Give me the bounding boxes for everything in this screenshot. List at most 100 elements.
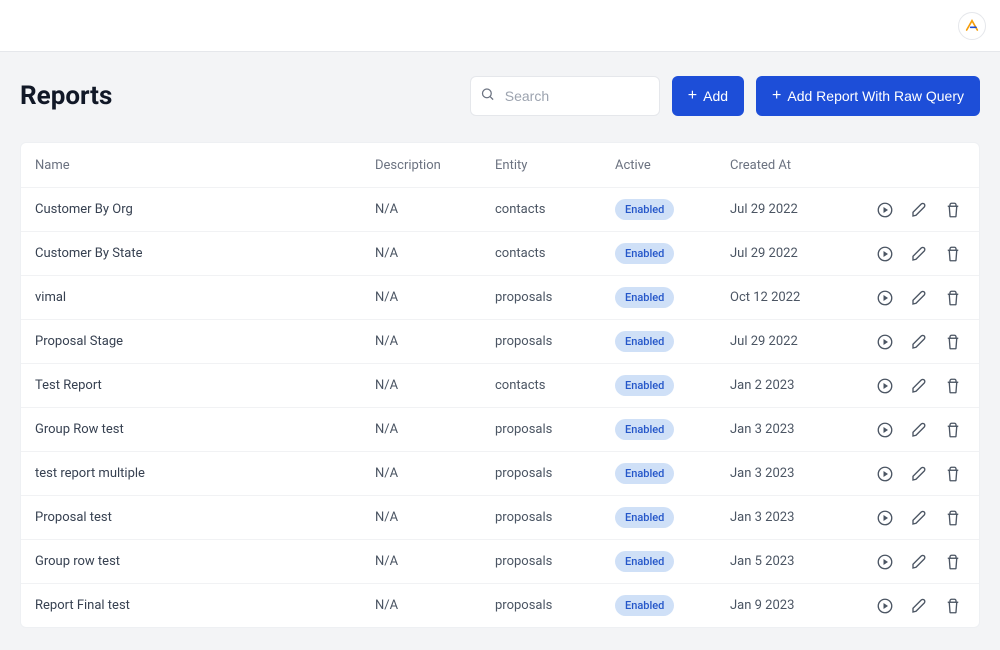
run-button[interactable] [875,244,895,264]
reports-table: Name Description Entity Active Created A… [20,142,980,628]
cell-created-at: Jul 29 2022 [730,202,870,217]
trash-icon [944,333,962,351]
pencil-icon [910,465,928,483]
cell-description: N/A [375,378,495,393]
cell-entity: contacts [495,378,615,393]
edit-button[interactable] [909,552,929,572]
table-body: Customer By OrgN/AcontactsEnabledJul 29 … [21,187,979,627]
cell-description: N/A [375,246,495,261]
cell-active: Enabled [615,243,730,264]
cell-active: Enabled [615,551,730,572]
run-button[interactable] [875,200,895,220]
play-circle-icon [876,245,894,263]
row-actions [870,288,965,308]
cell-entity: proposals [495,422,615,437]
search-icon [480,87,495,106]
col-name: Name [35,158,375,173]
edit-button[interactable] [909,288,929,308]
row-actions [870,420,965,440]
delete-button[interactable] [943,464,963,484]
play-circle-icon [876,377,894,395]
edit-button[interactable] [909,200,929,220]
delete-button[interactable] [943,552,963,572]
play-circle-icon [876,465,894,483]
add-raw-button-label: Add Report With Raw Query [787,88,964,104]
cell-name: Customer By State [35,246,375,261]
table-row: Customer By OrgN/AcontactsEnabledJul 29 … [21,187,979,231]
cell-entity: contacts [495,246,615,261]
cell-description: N/A [375,598,495,613]
table-header: Name Description Entity Active Created A… [21,143,979,187]
cell-name: Report Final test [35,598,375,613]
row-actions [870,376,965,396]
delete-button[interactable] [943,420,963,440]
delete-button[interactable] [943,288,963,308]
run-button[interactable] [875,596,895,616]
edit-button[interactable] [909,332,929,352]
status-badge: Enabled [615,375,674,396]
cell-description: N/A [375,554,495,569]
cell-active: Enabled [615,331,730,352]
cell-name: Proposal Stage [35,334,375,349]
edit-button[interactable] [909,508,929,528]
delete-button[interactable] [943,596,963,616]
cell-name: Group row test [35,554,375,569]
run-button[interactable] [875,420,895,440]
delete-button[interactable] [943,244,963,264]
topbar [0,0,1000,52]
cell-active: Enabled [615,595,730,616]
cell-entity: proposals [495,554,615,569]
cell-created-at: Jan 2 2023 [730,378,870,393]
edit-button[interactable] [909,244,929,264]
page-body: Reports + Add + Add Report With Raw Quer… [0,52,1000,628]
cell-entity: proposals [495,510,615,525]
pencil-icon [910,421,928,439]
run-button[interactable] [875,332,895,352]
page-title: Reports [20,81,458,111]
cell-description: N/A [375,290,495,305]
table-row: Proposal StageN/AproposalsEnabledJul 29 … [21,319,979,363]
add-report-raw-query-button[interactable]: + Add Report With Raw Query [756,76,980,116]
plus-icon: + [772,88,781,104]
trash-icon [944,465,962,483]
table-row: Test ReportN/AcontactsEnabledJan 2 2023 [21,363,979,407]
cell-entity: proposals [495,290,615,305]
cell-name: vimal [35,290,375,305]
run-button[interactable] [875,288,895,308]
row-actions [870,552,965,572]
table-row: Group Row testN/AproposalsEnabledJan 3 2… [21,407,979,451]
cell-description: N/A [375,422,495,437]
play-circle-icon [876,509,894,527]
trash-icon [944,553,962,571]
trash-icon [944,597,962,615]
edit-button[interactable] [909,376,929,396]
play-circle-icon [876,421,894,439]
add-button[interactable]: + Add [672,76,744,116]
cell-description: N/A [375,510,495,525]
cell-active: Enabled [615,463,730,484]
delete-button[interactable] [943,332,963,352]
cell-active: Enabled [615,287,730,308]
delete-button[interactable] [943,200,963,220]
search-input[interactable] [470,76,660,116]
delete-button[interactable] [943,376,963,396]
edit-button[interactable] [909,464,929,484]
cell-description: N/A [375,334,495,349]
cell-created-at: Jan 3 2023 [730,466,870,481]
delete-button[interactable] [943,508,963,528]
play-circle-icon [876,553,894,571]
pencil-icon [910,509,928,527]
play-circle-icon [876,597,894,615]
edit-button[interactable] [909,596,929,616]
cell-active: Enabled [615,507,730,528]
table-row: test report multipleN/AproposalsEnabledJ… [21,451,979,495]
search-wrap [470,76,660,116]
run-button[interactable] [875,508,895,528]
run-button[interactable] [875,376,895,396]
cell-created-at: Jul 29 2022 [730,246,870,261]
status-badge: Enabled [615,595,674,616]
edit-button[interactable] [909,420,929,440]
run-button[interactable] [875,464,895,484]
run-button[interactable] [875,552,895,572]
avatar[interactable] [958,12,986,40]
